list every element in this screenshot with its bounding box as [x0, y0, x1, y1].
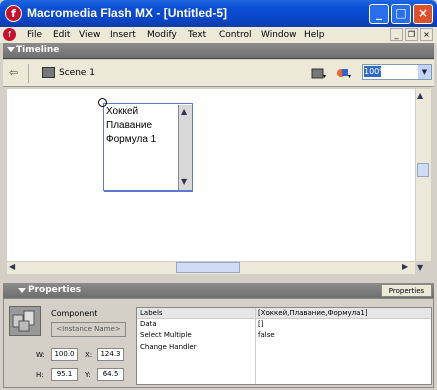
horizontal-scroll-thumb[interactable]: [176, 262, 240, 273]
divider: [28, 64, 29, 83]
properties-title: Properties: [28, 285, 82, 295]
stage-canvas[interactable]: [7, 89, 415, 261]
back-arrow-icon[interactable]: ⇦: [9, 66, 18, 79]
scroll-down-icon[interactable]: ▼: [417, 263, 423, 272]
document-icon[interactable]: f: [3, 28, 16, 41]
minimize-button[interactable]: _: [369, 4, 389, 24]
column-divider: [255, 308, 256, 384]
y-label: Y:: [85, 371, 91, 379]
param-value[interactable]: false: [258, 331, 275, 339]
doc-restore-button[interactable]: ❐: [405, 28, 418, 41]
param-name: Labels: [140, 309, 163, 317]
flash-app-icon[interactable]: f: [5, 5, 22, 22]
listbox-scrollbar[interactable]: ▲ ▼: [178, 105, 192, 190]
expand-arrow-icon[interactable]: [18, 288, 26, 293]
timeline-panel-header[interactable]: [3, 43, 434, 59]
expand-arrow-icon[interactable]: [7, 47, 15, 52]
close-button[interactable]: ×: [413, 4, 433, 24]
menu-view[interactable]: View: [79, 28, 100, 42]
selection-border: [104, 191, 193, 194]
maximize-button[interactable]: □: [391, 4, 411, 24]
component-icon: [9, 306, 41, 336]
param-name: Data: [140, 320, 157, 328]
menu-edit[interactable]: Edit: [53, 28, 70, 42]
menu-help[interactable]: Help: [304, 28, 325, 42]
scene-label: Scene 1: [59, 68, 96, 78]
doc-minimize-button[interactable]: _: [390, 28, 403, 41]
edit-scene-icon[interactable]: [311, 66, 327, 80]
menu-insert[interactable]: Insert: [110, 28, 136, 42]
window-title: Macromedia Flash MX - [Untitled-5]: [27, 6, 228, 20]
list-item: Формула 1: [106, 134, 157, 145]
tab-properties[interactable]: Properties: [381, 284, 432, 297]
param-name: Select Multiple: [140, 331, 192, 339]
timeline-label: Timeline: [16, 45, 60, 55]
list-item: Хоккей: [106, 106, 139, 117]
width-label: W:: [36, 351, 45, 359]
scroll-up-icon[interactable]: ▲: [417, 91, 423, 100]
param-name: Change Handler: [140, 343, 197, 351]
chevron-down-icon[interactable]: ▼: [418, 65, 431, 79]
x-field[interactable]: 124.3: [97, 348, 124, 361]
y-field[interactable]: 64.5: [97, 368, 124, 381]
instance-name-input[interactable]: <Instance Name>: [51, 322, 126, 337]
param-value[interactable]: []: [258, 320, 263, 328]
menu-window[interactable]: Window: [261, 28, 297, 42]
registration-point-icon: [98, 98, 107, 107]
list-item: Плавание: [106, 120, 153, 131]
height-label: H:: [36, 371, 44, 379]
scroll-left-icon[interactable]: ◀: [9, 262, 15, 271]
menu-modify[interactable]: Modify: [147, 28, 177, 42]
list-scroll-down-icon[interactable]: ▼: [181, 177, 187, 186]
menu-text[interactable]: Text: [188, 28, 206, 42]
scene-clapper-icon: [42, 67, 55, 78]
edit-symbols-icon[interactable]: [336, 66, 352, 80]
menu-file[interactable]: File: [27, 28, 42, 42]
param-value[interactable]: [Хоккей,Плавание,Формула1]: [258, 309, 368, 317]
vertical-scroll-thumb[interactable]: [417, 163, 429, 177]
scroll-right-icon[interactable]: ▶: [402, 262, 408, 271]
list-scroll-up-icon[interactable]: ▲: [181, 107, 187, 116]
height-field[interactable]: 95.1: [51, 368, 78, 381]
width-field[interactable]: 100.0: [51, 348, 78, 361]
x-label: X:: [85, 351, 93, 359]
doc-close-button[interactable]: ×: [420, 28, 433, 41]
zoom-value: 100%: [364, 66, 387, 77]
menu-control[interactable]: Control: [219, 28, 252, 42]
component-type-label: Component: [51, 309, 98, 318]
